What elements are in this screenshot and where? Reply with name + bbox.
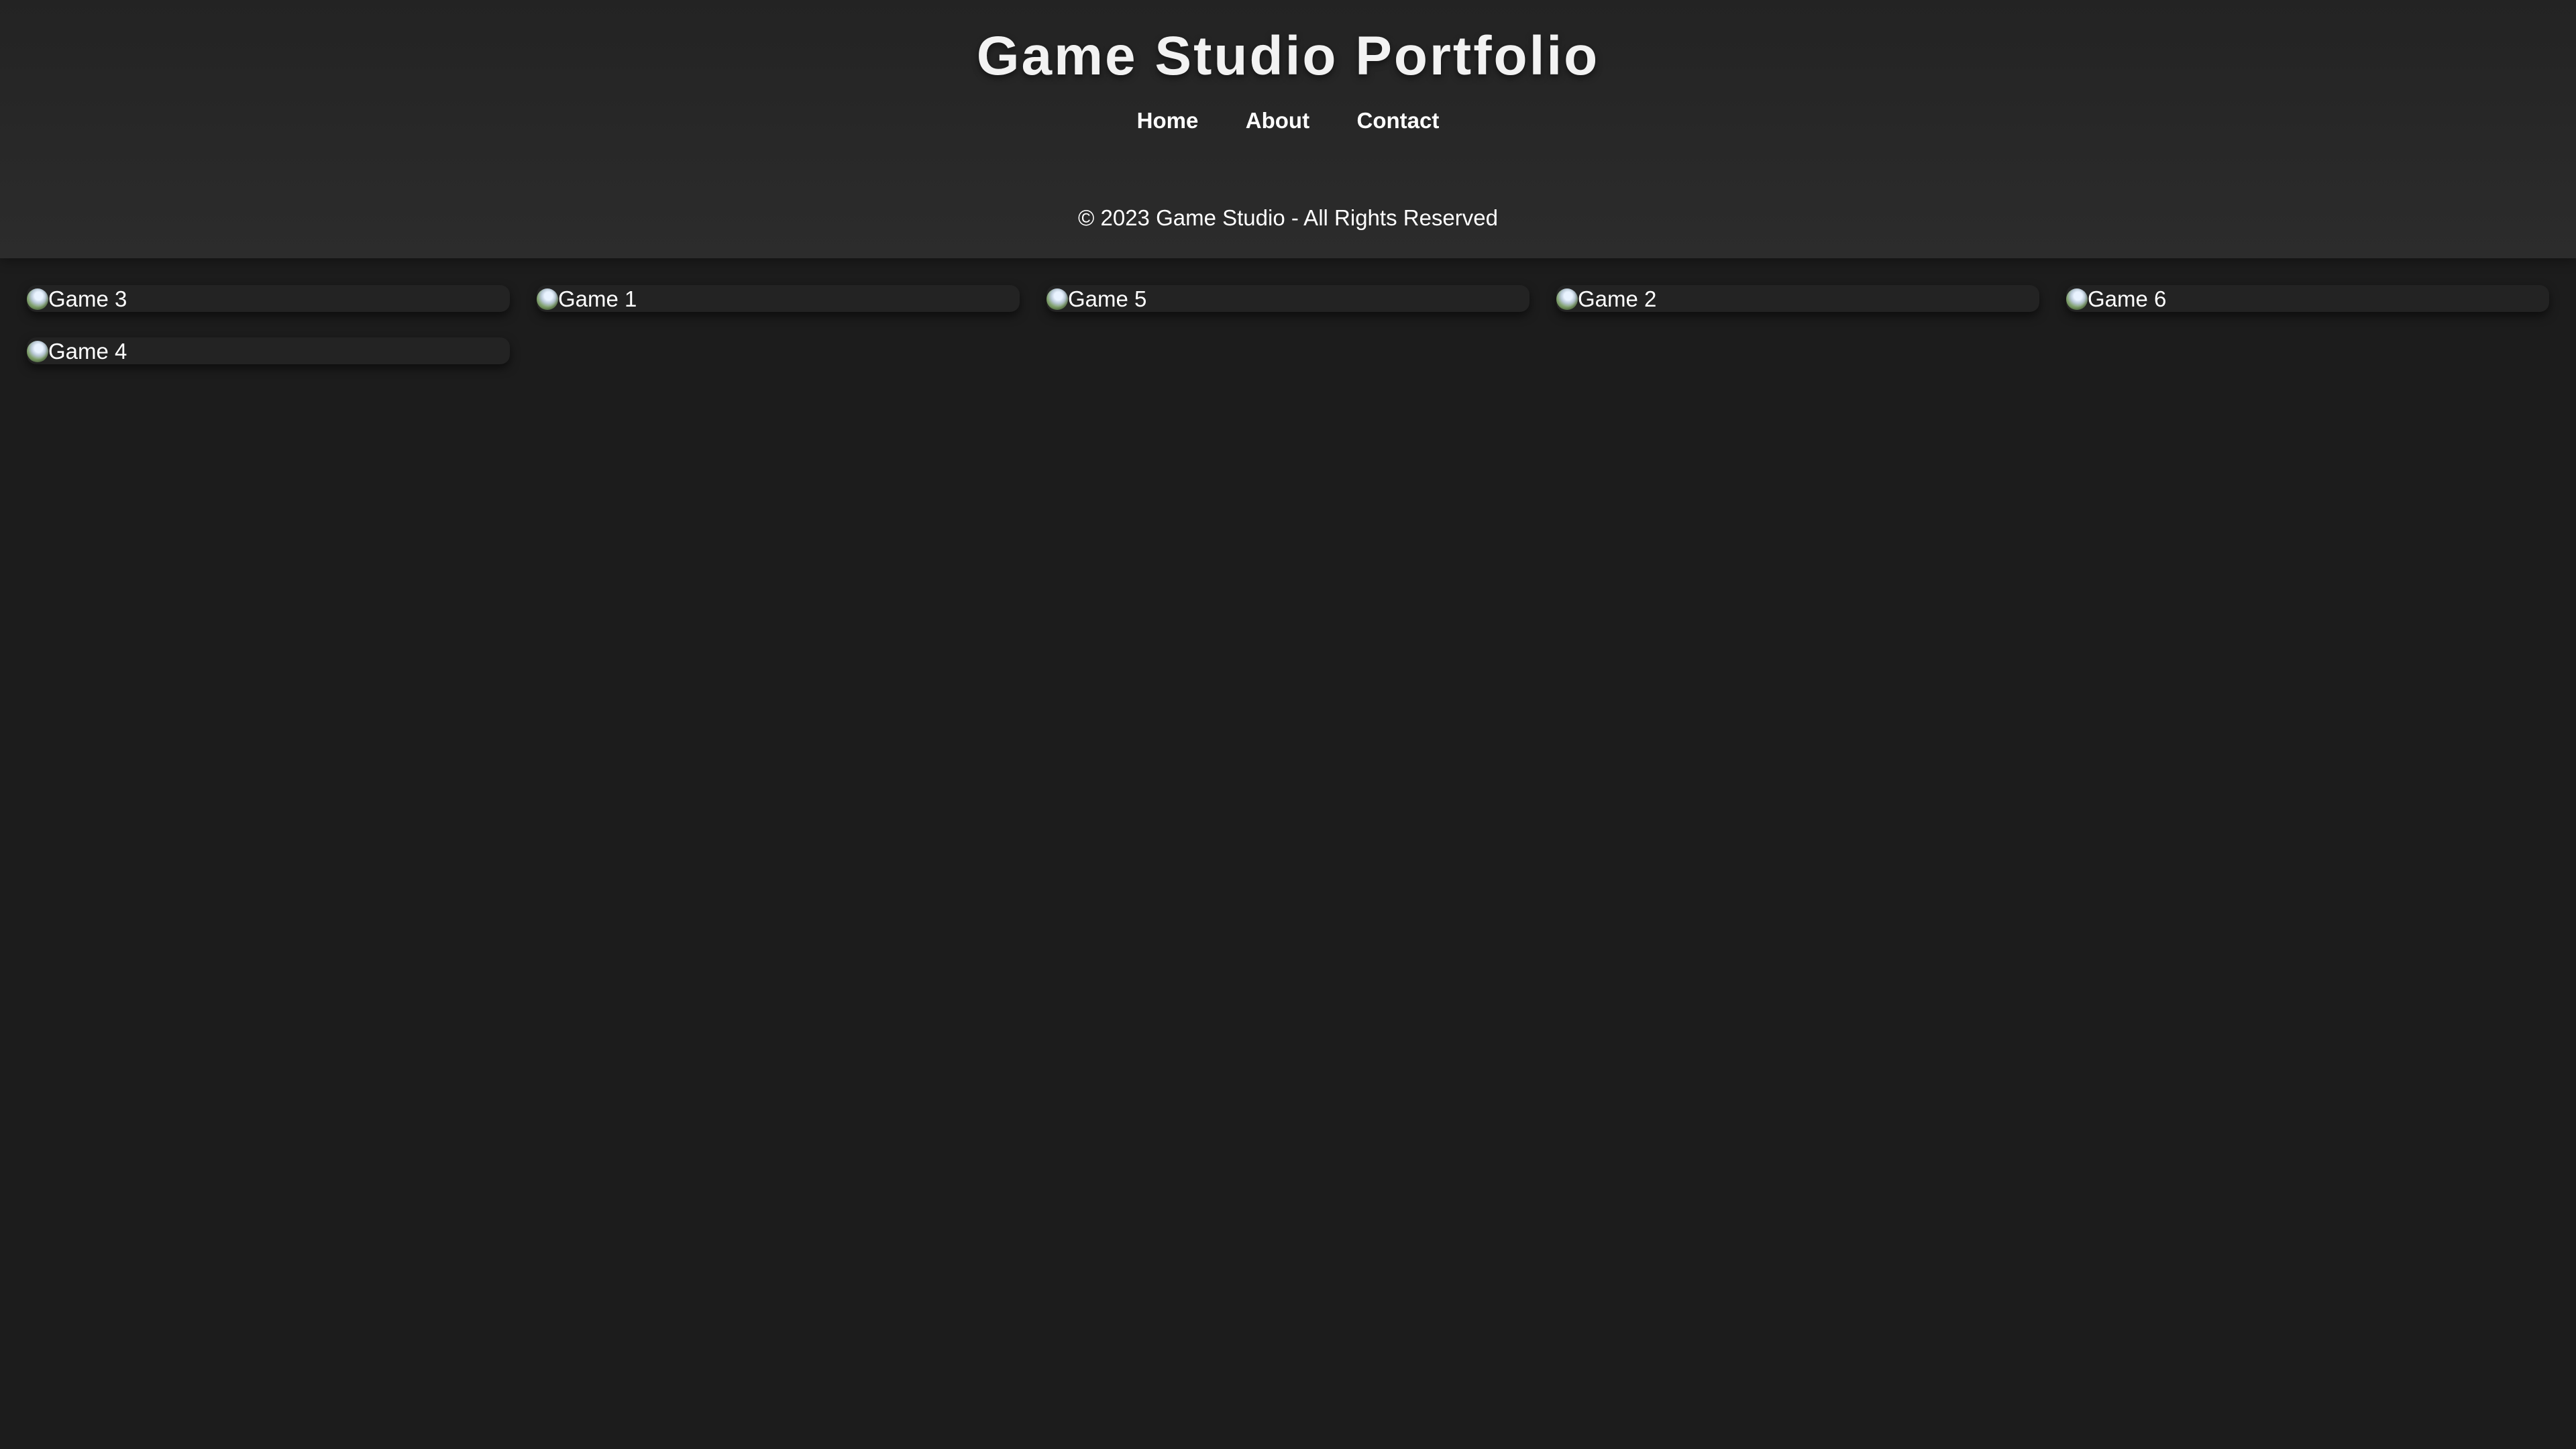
broken-image-icon (1046, 288, 1068, 310)
game-image: Game 5 (1046, 286, 1146, 312)
game-image: Game 4 (27, 339, 127, 364)
broken-image-icon (537, 288, 558, 310)
nav-link-contact[interactable]: Contact (1357, 106, 1440, 136)
main-nav: Home About Contact (0, 106, 2576, 140)
game-card-3[interactable]: Game 3 (27, 285, 510, 312)
game-image-alt: Game 1 (558, 286, 637, 311)
game-card-6[interactable]: Game 6 (2066, 285, 2549, 312)
game-image-alt: Game 4 (48, 339, 127, 364)
site-header: Game Studio Portfolio Home About Contact… (0, 0, 2576, 258)
game-image-alt: Game 3 (48, 286, 127, 311)
broken-image-icon (27, 341, 48, 362)
nav-link-about[interactable]: About (1246, 106, 1309, 136)
game-image-alt: Game 2 (1578, 286, 1657, 311)
game-grid: Game 3 Game 1 Game 5 Game 2 Game 6 Game … (27, 285, 2549, 364)
game-card-1[interactable]: Game 1 (537, 285, 1020, 312)
game-image: Game 1 (537, 286, 637, 312)
game-image-alt: Game 5 (1068, 286, 1147, 311)
copyright-text: © 2023 Game Studio - All Rights Reserved (1078, 205, 1498, 230)
game-image-alt: Game 6 (2088, 286, 2167, 311)
game-card-4[interactable]: Game 4 (27, 337, 510, 364)
page-title: Game Studio Portfolio (976, 25, 1600, 87)
game-card-2[interactable]: Game 2 (1556, 285, 2039, 312)
broken-image-icon (2066, 288, 2088, 310)
game-image: Game 2 (1556, 286, 1656, 312)
broken-image-icon (1556, 288, 1578, 310)
game-image: Game 3 (27, 286, 127, 312)
broken-image-icon (27, 288, 48, 310)
nav-link-home[interactable]: Home (1137, 106, 1199, 136)
game-card-5[interactable]: Game 5 (1046, 285, 1529, 312)
game-image: Game 6 (2066, 286, 2166, 312)
